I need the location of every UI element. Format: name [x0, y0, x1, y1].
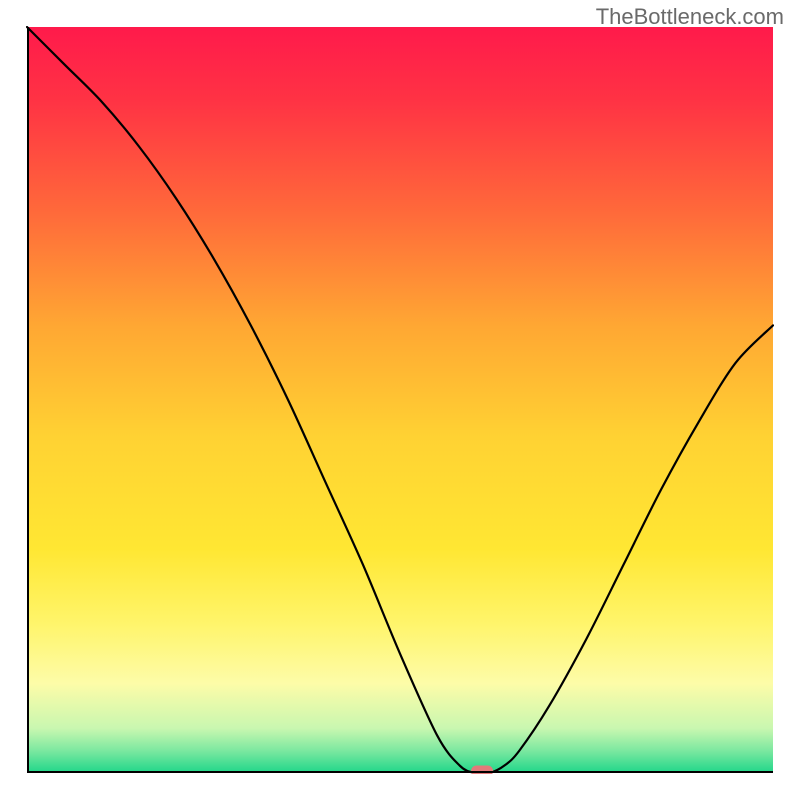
- chart-container: [26, 26, 774, 774]
- watermark-text: TheBottleneck.com: [596, 4, 784, 30]
- chart-background: [27, 27, 773, 773]
- bottleneck-chart: [26, 26, 774, 774]
